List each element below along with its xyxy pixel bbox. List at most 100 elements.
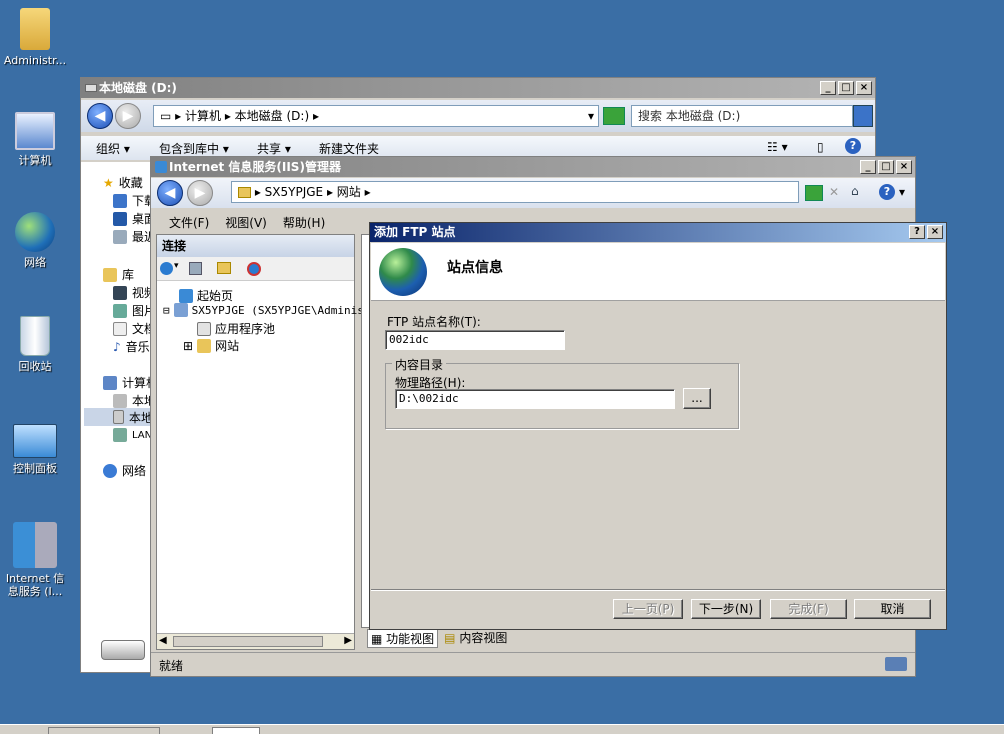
horizontal-scrollbar[interactable]: ◀ ▶ [157,633,354,649]
stop-icon[interactable]: ✕ [829,185,845,201]
explorer-title: 本地磁盘 (D:) [99,81,177,95]
physical-path-input[interactable]: D:\002idc [395,389,675,409]
collapse-icon[interactable]: ⊟ [163,304,170,317]
iis-title-bar[interactable]: Internet 信息服务(IIS)管理器 _ □ × [151,157,915,177]
browse-button[interactable]: ... [683,388,711,409]
previous-button[interactable]: 上一页(P) [613,599,683,619]
scroll-right-icon[interactable]: ▶ [344,635,352,646]
include-in-library-button[interactable]: 包含到库中 ▾ [159,140,229,157]
save-icon[interactable] [189,262,202,275]
refresh-icon[interactable] [805,185,823,201]
maximize-button[interactable]: □ [878,160,894,174]
desktop-icon-label-line2: 息服务 (I... [7,585,63,598]
forward-button[interactable]: ▶ [187,180,213,206]
help-icon[interactable]: ? [845,138,861,154]
breadcrumb-sites[interactable]: 网站 [337,185,361,199]
desktop-icon-network[interactable]: 网络 [0,212,70,269]
nav-libraries[interactable]: 库 [103,266,134,283]
tab-features-view[interactable]: ▦ 功能视图 [367,629,439,648]
nav-lan[interactable]: LAN [113,428,152,442]
desktop-icon-label: 计算机 [18,154,52,167]
explorer-nav-pane: ★ 收藏 下载 桌面 最近 库 视频 图片 文档 ♪ 音乐 计算机 本地 本地 LA… [81,162,158,672]
help-dropdown-icon[interactable]: ▾ [899,185,905,199]
desktop-icon-recycle-bin[interactable]: 回收站 [0,316,70,373]
organize-button[interactable]: 组织 ▾ [96,140,130,157]
connections-header: 连接 [157,235,354,257]
nav-favorites[interactable]: ★ 收藏 [103,174,143,191]
next-button[interactable]: 下一步(N) [691,599,761,619]
nav-music[interactable]: ♪ 音乐 [113,338,150,355]
server-icon [173,303,188,317]
menu-help[interactable]: 帮助(H) [283,214,325,231]
connections-toolbar: ▾ [157,257,354,281]
disconnect-icon[interactable] [247,262,261,276]
minimize-button[interactable]: _ [860,160,876,174]
back-button[interactable]: ◀ [157,180,183,206]
site-name-input[interactable]: 002idc [385,330,565,350]
help-icon[interactable]: ? [879,184,895,200]
breadcrumb-server[interactable]: SX5YPJGE [265,185,323,199]
app-pool-icon [197,321,211,336]
desktop-icon-iis[interactable]: Internet 信 息服务 (I... [0,522,70,598]
close-button[interactable]: × [896,160,912,174]
picture-icon [113,303,127,318]
up-folder-icon[interactable] [217,262,231,274]
tab-content-view[interactable]: ▤ 内容视图 [444,629,507,648]
computer-icon [15,112,55,150]
dialog-title-bar[interactable]: 添加 FTP 站点 ? × [370,223,946,242]
minimize-button[interactable]: _ [820,81,836,95]
scroll-thumb[interactable] [173,636,323,647]
iis-breadcrumb[interactable]: ▸ SX5YPJGE ▸ 网站 ▸ [231,181,799,203]
close-button[interactable]: × [856,81,872,95]
nav-network[interactable]: 网络 [103,462,146,479]
home-icon[interactable]: ⌂ [851,184,859,198]
new-folder-button[interactable]: 新建文件夹 [319,140,379,157]
refresh-icon[interactable] [603,107,625,125]
breadcrumb-computer[interactable]: 计算机 [185,109,221,123]
dropdown-arrow-icon[interactable]: ▾ [588,106,594,126]
forward-button[interactable]: ▶ [115,103,141,129]
view-options-icon[interactable]: ☷ ▾ [767,140,788,154]
explorer-title-bar[interactable]: 本地磁盘 (D:) _ □ × [81,78,875,98]
desktop-icon-label: 控制面板 [13,462,57,475]
tree-item-start-page[interactable]: 起始页 [179,287,233,304]
connect-globe-icon[interactable] [160,262,173,275]
taskbar-button[interactable] [48,727,160,734]
site-name-label: FTP 站点名称(T): [387,315,481,329]
recycle-bin-icon [20,316,50,356]
expand-icon[interactable]: ⊞ [183,339,193,353]
preview-pane-icon[interactable]: ▯ [817,140,824,154]
nav-local-disk-d[interactable]: 本地 [84,408,153,426]
scroll-left-icon[interactable]: ◀ [159,635,167,646]
star-icon: ★ [103,175,114,190]
tree-item-app-pools[interactable]: 应用程序池 [197,320,275,337]
finish-button[interactable]: 完成(F) [770,599,847,619]
maximize-button[interactable]: □ [838,81,854,95]
share-button[interactable]: 共享 ▾ [257,140,291,157]
user-folder-icon [20,8,50,50]
explorer-breadcrumb[interactable]: ▭ ▸ 计算机 ▸ 本地磁盘 (D:) ▸ ▾ [153,105,599,127]
desktop-icon-control-panel[interactable]: 控制面板 [0,424,70,475]
desktop-icon-computer[interactable]: 计算机 [0,112,70,167]
connections-title: 连接 [162,239,187,253]
breadcrumb-drive[interactable]: 本地磁盘 (D:) [235,109,309,123]
recent-icon [113,229,127,244]
tree-item-sites[interactable]: ⊞ 网站 [183,337,239,354]
status-text: 就绪 [159,659,184,673]
iis-app-icon [155,161,167,173]
dropdown-arrow-icon[interactable]: ▾ [174,261,179,271]
help-button[interactable]: ? [909,225,925,239]
close-button[interactable]: × [927,225,943,239]
desktop-icon-label: 网络 [24,256,46,269]
back-button[interactable]: ◀ [87,103,113,129]
breadcrumb-sep: ▸ [221,109,235,123]
menu-view[interactable]: 视图(V) [225,214,267,231]
document-icon [113,321,127,336]
search-icon[interactable] [853,105,873,127]
menu-file[interactable]: 文件(F) [169,214,209,231]
explorer-search-input[interactable]: 搜索 本地磁盘 (D:) [631,105,853,127]
content-icon: ▤ [444,631,460,645]
desktop-icon-administrator[interactable]: Administr... [0,8,70,67]
cancel-button[interactable]: 取消 [854,599,931,619]
taskbar-button[interactable] [212,727,260,734]
